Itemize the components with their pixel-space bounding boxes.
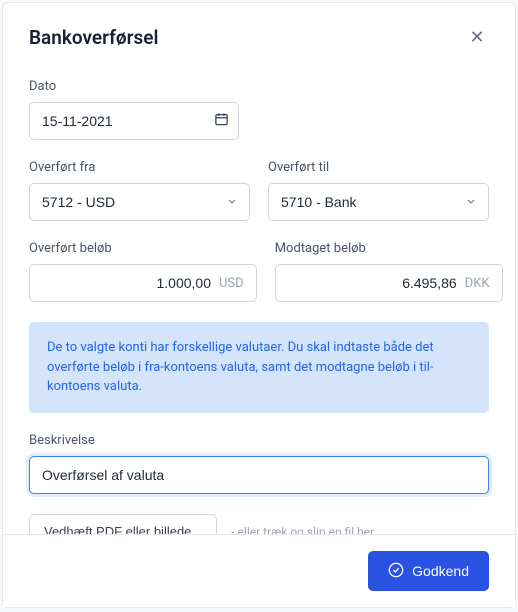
modal-title: Bankoverførsel	[29, 26, 158, 49]
amounts-row: Overført beløb USD Modtaget beløb DKK	[29, 241, 489, 322]
from-col: Overført fra 5712 - USD	[29, 160, 250, 241]
check-circle-icon	[388, 562, 404, 581]
attach-file-button[interactable]: Vedhæft PDF eller billede...	[29, 514, 217, 535]
approve-label: Godkend	[412, 563, 469, 579]
approve-button[interactable]: Godkend	[368, 551, 489, 591]
modal-body: Dato Overført fra 5712 - USD Overført ti…	[3, 59, 515, 534]
amount-out-currency: USD	[219, 276, 256, 291]
to-col: Overført til 5710 - Bank	[268, 160, 489, 241]
date-label: Dato	[29, 79, 489, 94]
to-account-select[interactable]: 5710 - Bank	[268, 183, 489, 221]
close-icon: ✕	[469, 27, 484, 48]
bank-transfer-modal: Bankoverførsel ✕ Dato Overført fra 5712 …	[2, 2, 516, 608]
currency-info-box: De to valgte konti har forskellige valut…	[29, 322, 489, 413]
close-button[interactable]: ✕	[465, 25, 489, 49]
from-label: Overført fra	[29, 160, 250, 175]
description-input[interactable]	[29, 456, 489, 494]
to-select-wrap: 5710 - Bank	[268, 183, 489, 221]
amount-in-label: Modtaget beløb	[275, 241, 503, 256]
from-account-select[interactable]: 5712 - USD	[29, 183, 250, 221]
amount-in-input[interactable]	[276, 275, 465, 291]
amount-out-input[interactable]	[30, 275, 219, 291]
amount-in-wrap: DKK	[275, 264, 503, 302]
description-wrap	[29, 456, 489, 494]
to-label: Overført til	[268, 160, 489, 175]
attach-hint: - eller træk og slip en fil her	[231, 525, 374, 535]
amount-out-col: Overført beløb USD	[29, 241, 257, 322]
modal-footer: Godkend	[3, 534, 515, 607]
amount-in-col: Modtaget beløb DKK	[275, 241, 503, 322]
date-field-wrap	[29, 102, 239, 140]
amount-out-label: Overført beløb	[29, 241, 257, 256]
accounts-row: Overført fra 5712 - USD Overført til 571…	[29, 160, 489, 241]
modal-header: Bankoverførsel ✕	[3, 3, 515, 59]
amount-out-wrap: USD	[29, 264, 257, 302]
description-label: Beskrivelse	[29, 433, 489, 448]
from-select-wrap: 5712 - USD	[29, 183, 250, 221]
amount-in-currency: DKK	[465, 276, 502, 291]
date-input[interactable]	[29, 102, 239, 140]
attach-row: Vedhæft PDF eller billede... - eller træ…	[29, 514, 489, 535]
